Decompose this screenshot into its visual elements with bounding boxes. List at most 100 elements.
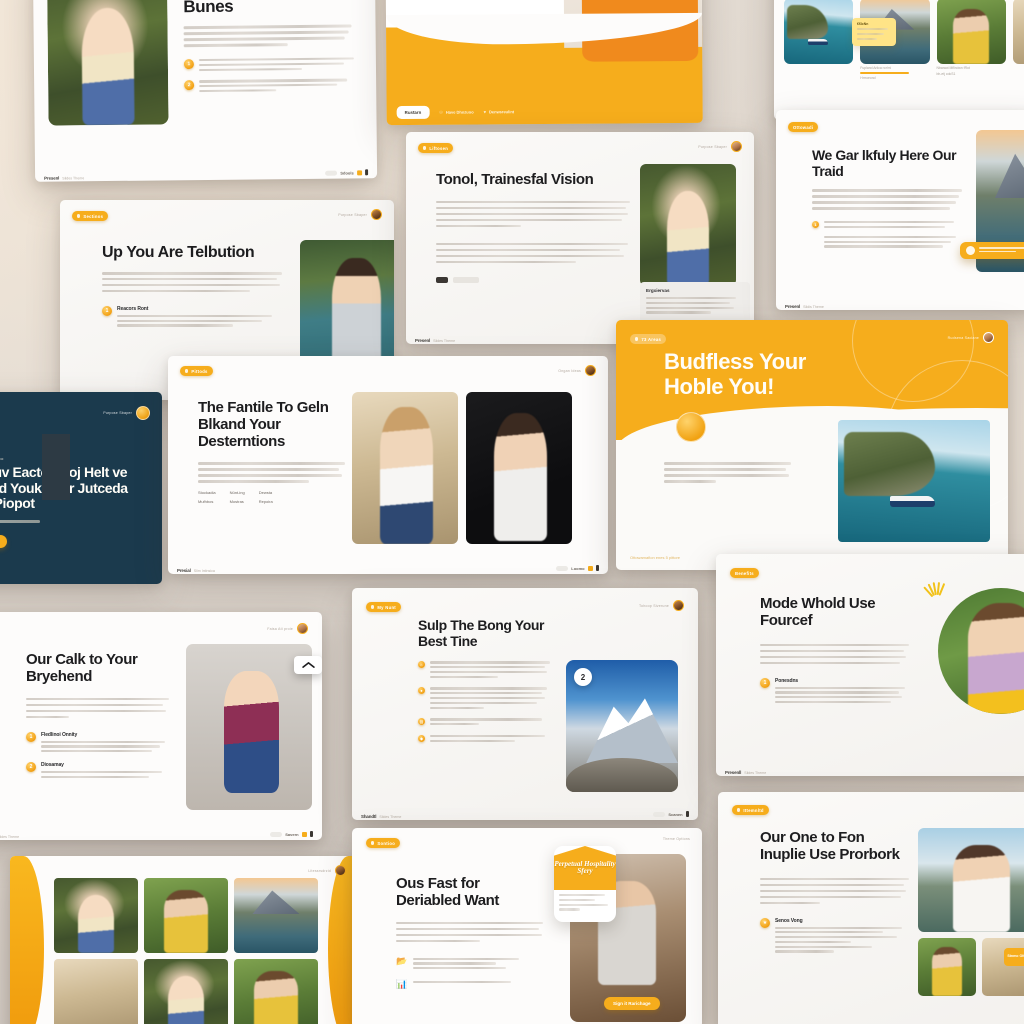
link-item[interactable]: Stockadia (198, 490, 216, 495)
slide6-overlay-pill[interactable] (960, 242, 1024, 259)
thumb-item[interactable] (784, 0, 854, 80)
slide-card-budfless-your[interactable]: 73 Areas Rudsena Saciane Budfless Your H… (616, 320, 1008, 570)
avatar[interactable] (673, 600, 684, 611)
slide5-control-dark[interactable] (436, 276, 448, 283)
link-item[interactable]: Dewsta (259, 490, 273, 495)
slide4-badge[interactable]: Sectinos (72, 211, 109, 222)
slide-card-one-funding[interactable]: One Fanding ßufMes ☁ StuttoesOuttmatterd… (385, 0, 703, 126)
slide10-topright[interactable]: Faisa Ati proie (267, 623, 308, 634)
link-item[interactable]: Nünt-ing (230, 490, 245, 495)
slide11-topright[interactable]: Tohoop Siverune (639, 600, 684, 611)
slide14-badge[interactable]: Sontioo (366, 838, 401, 849)
nav-primary-button[interactable]: Rustarn (396, 105, 430, 119)
slide1-bullet-1: 1 (183, 57, 360, 73)
grid-photo[interactable] (234, 959, 318, 1024)
tag-icon: ◆ (418, 734, 425, 742)
slide15-sticker[interactable]: Stnmo Olt Ghp (1004, 948, 1024, 966)
slide1-paragraph (183, 24, 352, 51)
slide15-photo-thumb-1 (918, 938, 976, 996)
footer-chip (653, 811, 666, 817)
badge-dot-icon (185, 369, 189, 373)
link-item[interactable]: Repoira (259, 499, 273, 504)
avatar[interactable] (297, 623, 308, 634)
slide9-badge[interactable]: 73 Areas (630, 334, 667, 345)
link-item[interactable]: Mufhbos (198, 499, 216, 504)
slide-card-team-gallery[interactable]: Fupland Ariica ror'mi Hrrroeond Nbaraot … (774, 0, 1024, 120)
footer-brand: Presenl (785, 304, 801, 309)
slide-card-our-one-to[interactable]: Ittemnltd Theme Our One to Fon Inuplie U… (718, 792, 1024, 1024)
avatar[interactable] (983, 332, 994, 343)
slide-card-mode-whold[interactable]: Benefits Mode Whold Use Fourcef 1 Ponesd… (716, 554, 1024, 776)
bullet-number-icon: 1 (183, 59, 194, 70)
nav-item[interactable]: ♥ Denwsreulint (484, 109, 515, 114)
slide4-bullet: 1 Reacors Ront (102, 305, 282, 329)
grid-photo[interactable] (234, 878, 318, 953)
avatar[interactable] (585, 365, 596, 376)
footer-brand: Presenll (725, 770, 742, 775)
slide5-badge[interactable]: Liftosen (418, 143, 454, 154)
slide9-footer-note: Ottowamafion enes 5 pittore (630, 555, 681, 560)
slide-card-our-call-to[interactable]: Faisa Ati proie Our Calk to Your Bryehen… (0, 612, 322, 840)
badge-label: Sectinos (83, 213, 104, 219)
slide7-topright[interactable]: Purpose Sbaper (103, 406, 150, 420)
slide14-feature-row: 📊 (396, 979, 546, 990)
slide14-topright[interactable]: Theme Options (663, 837, 690, 841)
slide-card-sulp-the-bong[interactable]: My Nunt Tohoop Siverune Sulp The Bong Yo… (352, 588, 698, 820)
thumb-item[interactable]: Nbaraot Mflirciwn fRot bh-etj cdcS1 (936, 0, 1006, 80)
slide-card-the-fantile-to[interactable]: Pittods Ongan Ideas The Fantile To Geln … (168, 356, 608, 574)
slide8-badge[interactable]: Pittods (180, 366, 213, 377)
nav-item[interactable]: ☉ Have Dhnzuoo (439, 109, 473, 114)
slide-card-ous-fast-for[interactable]: Sontioo Theme Options Ous Fast for Deria… (352, 828, 702, 1024)
slide-card-photo-grid[interactable]: Litessrsdrzid (10, 856, 362, 1024)
slide-card-we-gar-here[interactable]: Ottowadi We Gar lkfuly Here Our Traid 1 … (776, 110, 1024, 310)
slide13-topright[interactable]: Litessrsdrzid (308, 865, 346, 876)
topright-label: Faisa Ati proie (267, 626, 293, 631)
slide8-photo-left (352, 392, 458, 544)
link-item[interactable]: Mostras (230, 499, 245, 504)
footer-brand: Shandtl (361, 814, 377, 819)
slide5-topright[interactable]: Purpose Sbaper (698, 141, 742, 152)
footer-subtitle: Slides Theme (744, 771, 767, 775)
slide12-badge[interactable]: Benefits (730, 568, 759, 579)
slide5-control-light[interactable] (453, 276, 479, 283)
slide7-cta-button[interactable]: Reaoshove (0, 535, 7, 548)
slide-card-tonal-vision[interactable]: Liftosen Purpose Sbaper Tonol, Trainesfa… (406, 132, 754, 344)
slide8-heading: The Fantile To Geln Blkand Your Desternt… (198, 399, 329, 450)
nav-item-label: Have Dhnzuoo (445, 108, 474, 115)
grid-photo[interactable] (54, 878, 138, 953)
avatar[interactable] (335, 865, 346, 876)
grid-photo[interactable] (54, 959, 138, 1024)
slide3-note-tag[interactable]: €f3cNn (852, 18, 896, 47)
slide-card-dark-hero[interactable]: Purpose Sbaper Hfnigs of Ctuttoo ica tlu… (0, 392, 162, 584)
slide6-bullet: 1 (812, 221, 962, 250)
note-tag-title: €f3cNn (857, 22, 869, 26)
slide6-badge[interactable]: Ottowadi (788, 122, 819, 133)
grid-photo[interactable] (144, 959, 228, 1024)
slide10-heading: Our Calk to Your Bryehend (26, 651, 138, 685)
seal-badge-icon (136, 406, 150, 420)
badge-label: My Nunt (377, 604, 397, 610)
heart-icon: ♥ (483, 108, 487, 114)
slide4-topright[interactable]: Purpose Sbaper (338, 209, 382, 220)
slide15-badge[interactable]: Ittemnltd (732, 805, 769, 816)
thumb-item[interactable] (1012, 0, 1024, 80)
nav-item-label: Denwsreulint (488, 108, 515, 114)
thumb-progress-bar (860, 72, 909, 74)
bullet-number-icon: 1 (812, 221, 819, 229)
slide10-collapse-button[interactable] (294, 656, 322, 674)
avatar[interactable] (371, 209, 382, 220)
slide-card-best-presentation[interactable]: The Bes Presentiotiert Bunes 1 2 Presenl… (32, 0, 378, 182)
badge-dot-icon (77, 214, 81, 218)
slide11-badge[interactable]: My Nunt (366, 602, 402, 613)
slide11-bullet: ◆ (418, 734, 552, 745)
avatar[interactable] (731, 141, 742, 152)
slide12-heading: Mode Whold Use Fourcef (760, 595, 876, 629)
grid-photo[interactable] (144, 878, 228, 953)
slide14-cta-button[interactable]: Sign it Rarichage (604, 997, 660, 1010)
slide10-bullet-1: 1 Fledlinoi Onnity (26, 731, 170, 755)
slide15-heading: Our One to Fon Inuplie Use Prorbork (760, 829, 900, 863)
slide8-topright[interactable]: Ongan Ideas (558, 365, 596, 376)
slide9-topright[interactable]: Rudsena Saciane (948, 332, 994, 343)
slide14-house-badge[interactable]: Perpetual Hospitality Sfery (554, 846, 616, 922)
badge-label: 73 Areas (641, 336, 662, 342)
